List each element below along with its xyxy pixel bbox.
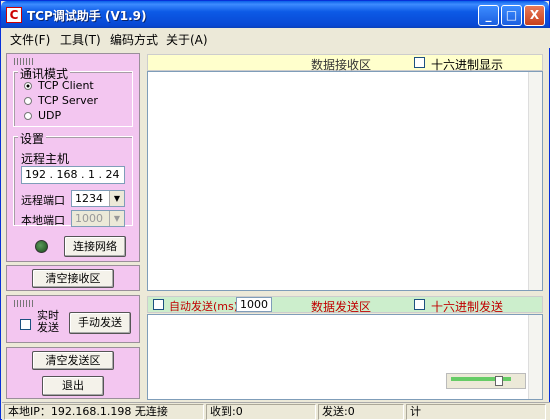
close-button[interactable]: X <box>524 5 545 26</box>
hex-send-label: 十六进制发送 <box>431 300 504 314</box>
status-local-ip: 本地IP：192.168.1.198 无连接 <box>4 404 204 420</box>
status-sent: 发送:0 <box>318 404 404 420</box>
clear-send-panel: 清空发送区 退出 <box>6 347 140 399</box>
settings-group-title: 设置 <box>18 130 47 147</box>
remote-port-combo[interactable]: 1234 ▼ <box>71 190 125 207</box>
hex-send-checkbox[interactable] <box>414 299 425 310</box>
grip-handle[interactable] <box>14 58 34 65</box>
send-controls-panel: 实时 发送 手动发送 <box>6 295 140 343</box>
chevron-down-icon: ▼ <box>109 211 124 226</box>
maximize-button[interactable]: □ <box>501 5 522 26</box>
radio-selected-icon <box>24 82 32 90</box>
exit-button[interactable]: 退出 <box>42 376 104 396</box>
menu-about[interactable]: 关于(A) <box>166 31 208 48</box>
mode-group: 通讯模式 TCP Client TCP Server UDP <box>13 65 133 127</box>
window-title: TCP调试助手 (V1.9) <box>27 9 147 23</box>
hex-display-checkbox[interactable] <box>414 57 425 68</box>
manual-send-button[interactable]: 手动发送 <box>69 312 131 334</box>
overlay-widget <box>446 373 526 389</box>
status-received: 收到:0 <box>206 404 316 420</box>
recv-textarea[interactable] <box>147 71 543 291</box>
auto-send-interval-input[interactable]: 1000 <box>236 297 272 312</box>
radio-empty-icon <box>24 112 32 120</box>
radio-empty-icon <box>24 97 32 105</box>
connection-panel: 通讯模式 TCP Client TCP Server UDP 设置 远程主机 1… <box>6 53 140 262</box>
send-header: 自动发送(ms) 1000 数据发送区 十六进制发送 <box>147 296 543 314</box>
connection-status-led <box>35 240 48 253</box>
app-window: C TCP调试助手 (V1.9) _ □ X 文件(F) 工具(T) 编码方式 … <box>0 0 550 420</box>
radio-tcp-server[interactable]: TCP Server <box>24 94 98 107</box>
clear-recv-button[interactable]: 清空接收区 <box>32 269 114 288</box>
clear-send-button[interactable]: 清空发送区 <box>32 351 114 370</box>
grip-handle[interactable] <box>14 300 34 307</box>
menu-tools[interactable]: 工具(T) <box>60 31 101 48</box>
app-icon: C <box>6 7 22 23</box>
menu-file[interactable]: 文件(F) <box>10 31 50 48</box>
menu-bar: 文件(F) 工具(T) 编码方式 关于(A) <box>2 28 550 48</box>
chevron-down-icon[interactable]: ▼ <box>109 191 124 206</box>
recv-scrollbar[interactable] <box>528 72 542 290</box>
send-textarea[interactable] <box>147 314 543 400</box>
remote-port-label: 远程端口 <box>21 194 65 207</box>
auto-send-label: 自动发送(ms) <box>169 300 239 313</box>
realtime-send-checkbox[interactable] <box>20 319 31 330</box>
clear-recv-panel: 清空接收区 <box>6 265 140 291</box>
left-panel: 通讯模式 TCP Client TCP Server UDP 设置 远程主机 1… <box>6 53 144 401</box>
radio-tcp-client[interactable]: TCP Client <box>24 79 94 92</box>
auto-send-checkbox[interactable] <box>153 299 164 310</box>
send-title: 数据发送区 <box>311 300 372 314</box>
radio-udp[interactable]: UDP <box>24 109 61 122</box>
remote-host-input[interactable]: 192 . 168 . 1 . 24 <box>21 166 125 184</box>
local-port-label: 本地端口 <box>21 214 65 227</box>
send-scrollbar[interactable] <box>528 315 542 399</box>
local-port-combo: 1000 ▼ <box>71 210 125 227</box>
title-bar[interactable]: C TCP调试助手 (V1.9) _ □ X <box>1 1 549 28</box>
status-counter: 计 <box>406 404 546 420</box>
status-bar: 本地IP：192.168.1.198 无连接 收到:0 发送:0 计 <box>2 402 550 420</box>
overlay-handle[interactable] <box>495 376 503 386</box>
minimize-button[interactable]: _ <box>478 5 499 26</box>
recv-header: 数据接收区 十六进制显示 <box>147 54 543 72</box>
connect-button[interactable]: 连接网络 <box>64 236 126 257</box>
realtime-send-label: 实时 发送 <box>37 309 59 334</box>
remote-host-label: 远程主机 <box>21 152 70 166</box>
menu-encoding[interactable]: 编码方式 <box>110 31 158 48</box>
